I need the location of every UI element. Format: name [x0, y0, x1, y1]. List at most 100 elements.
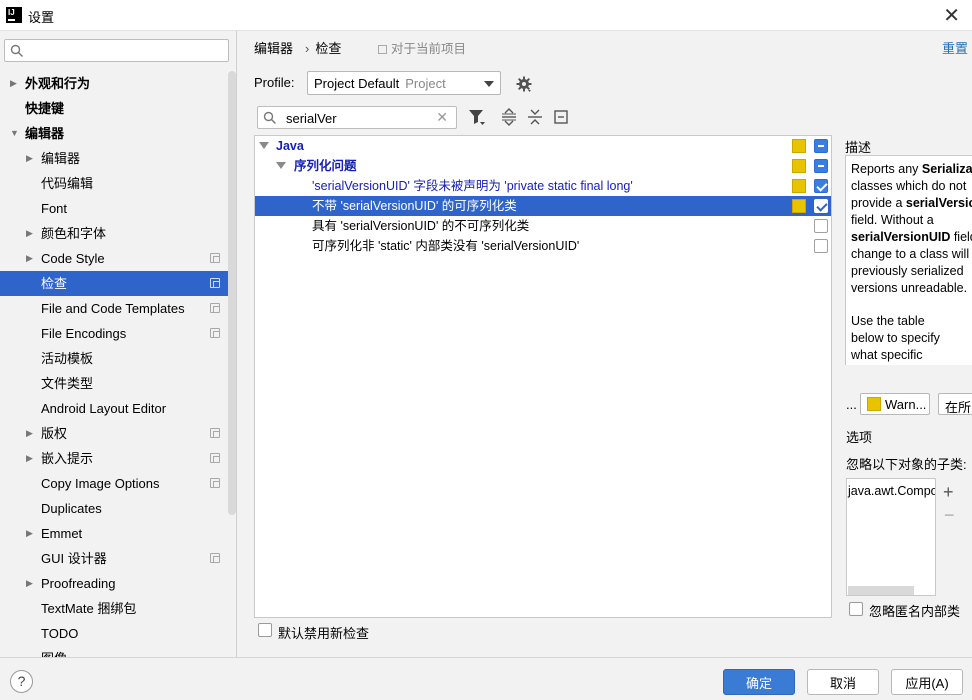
sidebar-item[interactable]: ▶ 嵌入提示: [0, 446, 236, 471]
inspection-row[interactable]: 'serialVersionUID' 字段未被声明为 'private stat…: [255, 176, 831, 196]
sidebar-item-label: File and Code Templates: [41, 301, 185, 316]
inspection-enabled-checkbox[interactable]: [814, 239, 828, 253]
chevron-down-icon[interactable]: ▼: [10, 121, 19, 146]
reset-link[interactable]: 重置: [942, 38, 968, 57]
clear-icon[interactable]: ✕: [436, 109, 448, 126]
inspection-label: 不带 'serialVersionUID' 的可序列化类: [312, 199, 517, 213]
ignore-anonymous-checkbox[interactable]: [849, 602, 863, 616]
sidebar-item[interactable]: TextMate 捆绑包: [0, 596, 236, 621]
sidebar-item[interactable]: ▶ Proofreading: [0, 571, 236, 596]
ignore-subclasses-list[interactable]: java.awt.Component: [846, 478, 936, 596]
chevron-right-icon[interactable]: ▶: [26, 146, 33, 171]
inspection-row[interactable]: 序列化问题: [255, 156, 831, 176]
sidebar-item-label: 编辑器: [41, 151, 81, 166]
chevron-right-icon[interactable]: ▶: [26, 571, 33, 596]
sidebar-item[interactable]: GUI 设计器: [0, 546, 236, 571]
add-icon[interactable]: +: [943, 482, 954, 503]
search-icon: [263, 111, 276, 124]
sidebar-item[interactable]: 活动模板: [0, 346, 236, 371]
inspection-enabled-checkbox[interactable]: [814, 219, 828, 233]
inspection-row[interactable]: 不带 'serialVersionUID' 的可序列化类: [255, 196, 831, 216]
apply-button[interactable]: 应用(A): [891, 669, 963, 695]
gear-icon[interactable]: [516, 76, 532, 92]
severity-value: Warn...: [885, 397, 927, 412]
sidebar-item-label: 嵌入提示: [41, 451, 94, 466]
close-icon[interactable]: ✕: [943, 3, 960, 28]
sidebar-item[interactable]: 代码编辑: [0, 171, 236, 196]
sidebar-item[interactable]: TODO: [0, 621, 236, 646]
chevron-right-icon[interactable]: ▶: [10, 71, 17, 96]
description-text: Reports any Serializableclasses which do…: [851, 162, 972, 295]
sidebar-item[interactable]: Android Layout Editor: [0, 396, 236, 421]
profile-dropdown[interactable]: Project Default Project: [307, 71, 501, 95]
sidebar-item-label: 文件类型: [41, 376, 94, 391]
inspection-label: 'serialVersionUID' 字段未被声明为 'private stat…: [312, 179, 633, 193]
inspection-label: Java: [276, 139, 304, 153]
help-button[interactable]: ?: [10, 670, 33, 693]
breadcrumb: 编辑器 › 检查: [254, 38, 347, 57]
inspection-label: 序列化问题: [294, 159, 357, 173]
settings-search-input[interactable]: [29, 42, 224, 59]
inspection-row[interactable]: Java: [255, 136, 831, 156]
sidebar-item[interactable]: File and Code Templates: [0, 296, 236, 321]
ok-button[interactable]: 确定: [723, 669, 795, 695]
inspection-enabled-checkbox[interactable]: [814, 179, 828, 193]
description-scrollbar[interactable]: [845, 365, 972, 373]
sidebar-item[interactable]: Duplicates: [0, 496, 236, 521]
sidebar-item[interactable]: ▶ Code Style: [0, 246, 236, 271]
chevron-right-icon[interactable]: ▶: [26, 446, 33, 471]
project-scope-icon: [210, 553, 220, 563]
sidebar-item[interactable]: ▶ 编辑器: [0, 146, 236, 171]
reset-to-empty-icon[interactable]: [552, 108, 570, 126]
chevron-right-icon[interactable]: ▶: [26, 221, 33, 246]
sidebar-item[interactable]: 文件类型: [0, 371, 236, 396]
sidebar-item[interactable]: ▼ 编辑器: [0, 121, 236, 146]
sidebar-item[interactable]: 快捷键: [0, 96, 236, 121]
sidebar-item[interactable]: Font: [0, 196, 236, 221]
severity-ellipsis: ...: [846, 397, 857, 412]
warning-severity-icon: [792, 179, 806, 193]
disable-new-inspections-checkbox[interactable]: [258, 623, 272, 637]
sidebar-item[interactable]: File Encodings: [0, 321, 236, 346]
list-item[interactable]: java.awt.Component: [848, 484, 935, 498]
inspection-enabled-checkbox[interactable]: [814, 159, 828, 173]
list-scrollbar[interactable]: [848, 586, 914, 595]
severity-dropdown[interactable]: Warn...: [860, 393, 930, 415]
collapse-all-icon[interactable]: [526, 108, 544, 126]
inspection-label: 具有 'serialVersionUID' 的不可序列化类: [312, 219, 530, 233]
sidebar-item[interactable]: ▶ Emmet: [0, 521, 236, 546]
filter-icon[interactable]: [468, 108, 486, 126]
chevron-down-icon[interactable]: [276, 162, 286, 169]
sidebar-item-label: Copy Image Options: [41, 476, 160, 491]
chevron-right-icon[interactable]: ▶: [26, 421, 33, 446]
inspection-enabled-checkbox[interactable]: [814, 139, 828, 153]
warning-severity-icon: [792, 159, 806, 173]
inspection-tree: Java 序列化问题 'serialVersionUID' 字段未被声明为 'pri…: [254, 135, 832, 618]
scope-dropdown[interactable]: 在所: [938, 393, 972, 415]
settings-search-field[interactable]: [4, 39, 229, 62]
sidebar-item-label: TextMate 捆绑包: [41, 601, 137, 616]
chevron-down-icon[interactable]: [259, 142, 269, 149]
sidebar-item-label: 活动模板: [41, 351, 94, 366]
cancel-button[interactable]: 取消: [807, 669, 879, 695]
sidebar-item[interactable]: ▶ 外观和行为: [0, 71, 236, 96]
sidebar-item-label: 图像: [41, 646, 67, 657]
chevron-right-icon[interactable]: ▶: [26, 246, 33, 271]
sidebar-item-label: Android Layout Editor: [41, 401, 167, 416]
inspection-row[interactable]: 可序列化非 'static' 内部类没有 'serialVersionUID': [255, 236, 831, 256]
sidebar-item[interactable]: ▶ 颜色和字体: [0, 221, 236, 246]
chevron-right-icon[interactable]: ▶: [26, 521, 33, 546]
sidebar-scrollbar[interactable]: [228, 71, 236, 515]
inspection-filter-field[interactable]: serialVer ✕: [257, 106, 457, 129]
sidebar-item[interactable]: Copy Image Options: [0, 471, 236, 496]
inspection-row[interactable]: 具有 'serialVersionUID' 的不可序列化类: [255, 216, 831, 236]
expand-all-icon[interactable]: [500, 108, 518, 126]
options-label: 选项: [846, 430, 873, 445]
inspection-enabled-checkbox[interactable]: [814, 199, 828, 213]
description-panel: Reports any Serializableclasses which do…: [845, 155, 972, 373]
sidebar-item[interactable]: ▶ 版权: [0, 421, 236, 446]
sidebar-item[interactable]: 图像: [0, 646, 236, 657]
remove-icon[interactable]: −: [944, 505, 955, 526]
sidebar-item[interactable]: 检查: [0, 271, 236, 296]
project-scope-note: 对于当前项目: [378, 38, 466, 57]
